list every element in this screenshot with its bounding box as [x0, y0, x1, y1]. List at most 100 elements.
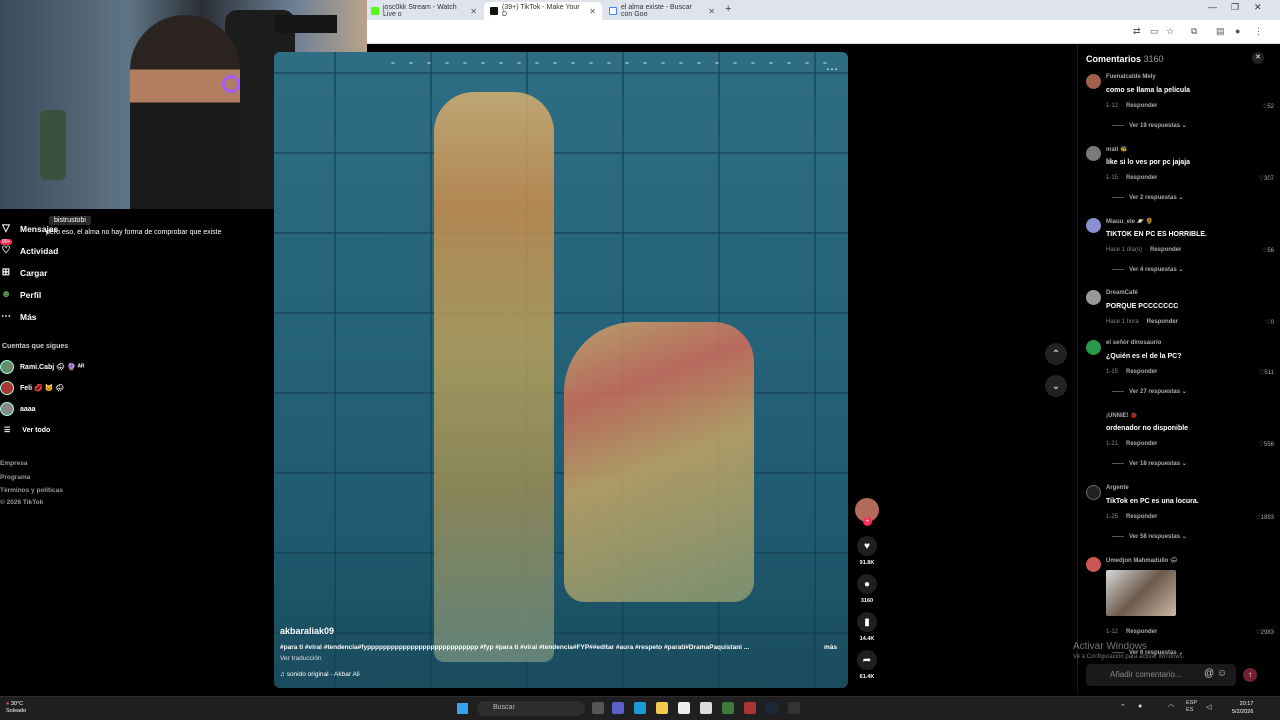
comment-user[interactable]: Miauu_ele 🪐 🌻	[1106, 218, 1153, 225]
video-player[interactable]: ⋯ akbaraliak09 #para ti #viral #tendenci…	[274, 52, 848, 688]
comment-user[interactable]: el señor dinosaurio	[1106, 340, 1161, 346]
caption-more-link[interactable]: más	[824, 644, 837, 651]
comment-like-button[interactable]: ♡511	[1259, 369, 1274, 376]
avatar[interactable]	[1086, 218, 1101, 233]
app-icon[interactable]	[722, 702, 734, 714]
translate-icon[interactable]: ⇄	[1133, 26, 1141, 37]
video-author[interactable]: akbaraliak09	[280, 626, 334, 636]
comment-button[interactable]: ●	[857, 574, 877, 594]
next-video-button[interactable]: ⌄	[1045, 375, 1067, 397]
close-window-button[interactable]: ✕	[1254, 2, 1262, 13]
close-icon[interactable]: ✕	[470, 7, 477, 16]
sidebar-icon[interactable]: ▤	[1216, 26, 1225, 37]
obs-icon[interactable]	[744, 702, 756, 714]
reply-button[interactable]: Responder	[1147, 319, 1178, 325]
previous-video-button[interactable]: ⌃	[1045, 343, 1067, 365]
comment-user[interactable]: mati 🐝	[1106, 146, 1127, 153]
mention-emoji-icon[interactable]: @ ☺	[1204, 668, 1227, 679]
file-explorer-icon[interactable]	[656, 702, 668, 714]
sidebar-item-activity[interactable]: ♡ Actividad	[0, 245, 59, 256]
view-replies-button[interactable]: Ver 2 respuestas ⌄	[1112, 194, 1183, 201]
tab-google-search[interactable]: el alma existe - Buscar con Goo ✕	[603, 2, 721, 20]
see-all-link[interactable]: ☰ Ver todo	[4, 426, 50, 435]
wifi-icon[interactable]: ◠	[1168, 703, 1174, 711]
reply-button[interactable]: Responder	[1126, 514, 1157, 520]
avatar[interactable]	[1086, 146, 1101, 161]
edge-icon[interactable]	[634, 702, 646, 714]
comment-like-button[interactable]: ♡556	[1259, 441, 1274, 448]
reply-button[interactable]: Responder	[1126, 441, 1157, 447]
maximize-button[interactable]: ❐	[1231, 2, 1239, 13]
reply-button[interactable]: Responder	[1150, 247, 1181, 253]
sidebar-item-upload[interactable]: ⊞ Cargar	[0, 267, 48, 278]
comment-image[interactable]	[1106, 570, 1176, 616]
video-sound[interactable]: ♫ sonido original - Akbar Ali	[280, 671, 360, 678]
avatar[interactable]	[1086, 557, 1101, 572]
taskbar-clock[interactable]: 20:17 5/2/2026	[1232, 700, 1253, 716]
avatar[interactable]	[1086, 290, 1101, 305]
comment-user[interactable]: ¡UNNIE! 🐞	[1106, 412, 1138, 419]
like-button[interactable]: ♥	[857, 536, 877, 556]
view-replies-button[interactable]: Ver 58 respuestas ⌄	[1112, 533, 1187, 540]
tray-chevron-icon[interactable]: ⌃	[1120, 703, 1126, 711]
new-tab-button[interactable]: +	[725, 3, 731, 15]
following-account[interactable]: aaaa	[0, 402, 36, 416]
footer-link-program[interactable]: Programa	[0, 474, 30, 481]
minimize-button[interactable]: —	[1208, 2, 1217, 12]
store-icon[interactable]	[700, 702, 712, 714]
send-comment-button[interactable]: ↑	[1243, 668, 1257, 682]
creator-avatar[interactable]	[855, 498, 879, 526]
translate-link[interactable]: Ver traducción	[280, 655, 322, 662]
comment-user[interactable]: DreamCafé	[1106, 290, 1138, 296]
reply-button[interactable]: Responder	[1126, 629, 1157, 635]
tray-app-icon[interactable]: ●	[1138, 703, 1142, 710]
view-replies-button[interactable]: Ver 4 respuestas ⌄	[1112, 266, 1183, 273]
volume-icon[interactable]: ◁	[1206, 703, 1211, 711]
reply-button[interactable]: Responder	[1126, 175, 1157, 181]
comment-like-button[interactable]: ♡52	[1262, 103, 1274, 110]
sidebar-item-messages[interactable]: ▽ Mensajes	[0, 223, 58, 234]
avatar[interactable]	[1086, 412, 1101, 427]
cast-icon[interactable]: ▭	[1150, 26, 1159, 37]
comment-user[interactable]: Fuenalcalde Mely	[1106, 74, 1156, 80]
comment-like-button[interactable]: ♡1893	[1255, 514, 1274, 521]
view-replies-button[interactable]: Ver 19 respuestas ⌄	[1112, 122, 1187, 129]
teams-icon[interactable]	[612, 702, 624, 714]
menu-icon[interactable]: ⋮	[1254, 26, 1263, 37]
following-account[interactable]: Feli 💋 🐱 🌧	[0, 381, 64, 395]
chrome-icon[interactable]	[678, 702, 690, 714]
tab-tiktok[interactable]: (39+) TikTok - Make Your D ✕	[484, 2, 602, 20]
sidebar-item-profile[interactable]: ☻ Perfil	[0, 289, 42, 300]
language-indicator[interactable]: ESP ES	[1186, 700, 1197, 714]
avatar[interactable]	[1086, 74, 1101, 89]
profile-avatar-icon[interactable]: ●	[1235, 26, 1240, 36]
close-icon[interactable]: ✕	[589, 7, 596, 16]
avatar[interactable]	[1086, 340, 1101, 355]
footer-link-company[interactable]: Empresa	[0, 460, 27, 467]
comment-like-button[interactable]: ♡56	[1262, 247, 1274, 254]
comment-like-button[interactable]: ♡307	[1259, 175, 1274, 182]
comment-like-button[interactable]: ♡2983	[1255, 629, 1274, 636]
save-button[interactable]: ▮	[857, 612, 877, 632]
more-options-icon[interactable]: ⋯	[826, 62, 838, 76]
task-view-icon[interactable]	[592, 702, 604, 714]
comment-user[interactable]: Umedjon Mahmadullo 🌧	[1106, 557, 1178, 564]
avatar[interactable]	[1086, 485, 1101, 500]
close-icon[interactable]: ✕	[708, 7, 715, 16]
taskbar-search[interactable]: Buscar	[477, 701, 585, 716]
reply-button[interactable]: Responder	[1126, 369, 1157, 375]
tab-kick-stream[interactable]: josc0kk Stream - Watch Live o ✕	[365, 2, 483, 20]
sidebar-item-more[interactable]: ⋯ Más	[0, 311, 37, 322]
extensions-icon[interactable]: ⧉	[1191, 26, 1197, 37]
view-replies-button[interactable]: Ver 27 respuestas ⌄	[1112, 388, 1187, 395]
comment-user[interactable]: Argente	[1106, 485, 1129, 491]
bookmark-star-icon[interactable]: ☆	[1166, 26, 1174, 37]
share-button[interactable]: ➦	[857, 650, 877, 670]
view-replies-button[interactable]: Ver 18 respuestas ⌄	[1112, 460, 1187, 467]
reply-button[interactable]: Responder	[1126, 103, 1157, 109]
app-icon[interactable]	[788, 702, 800, 714]
comment-like-button[interactable]: ♡0	[1265, 319, 1274, 326]
windows-start-button[interactable]	[457, 703, 468, 714]
close-comments-button[interactable]: ✕	[1252, 52, 1264, 64]
weather-widget[interactable]: ● 30°C Soleado	[6, 701, 26, 715]
